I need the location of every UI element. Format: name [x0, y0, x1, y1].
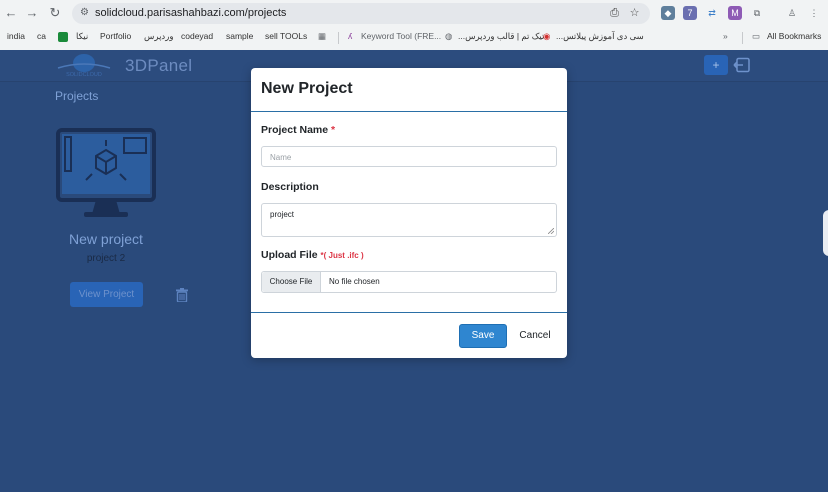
- extension-badge: 7: [687, 8, 693, 18]
- bookmark-india[interactable]: india: [7, 31, 25, 41]
- view-project-button[interactable]: View Project: [70, 282, 143, 307]
- modal-header: New Project: [251, 68, 567, 112]
- bookmark-star-icon[interactable]: ☆: [628, 7, 641, 20]
- solidcloud-logo: SOLIDCLOUD: [57, 54, 111, 78]
- forward-icon[interactable]: →: [25, 6, 39, 20]
- modal-title: New Project: [261, 80, 353, 97]
- puzzle-icon[interactable]: ⧉: [750, 6, 764, 20]
- brand-name: 3DPanel: [125, 56, 193, 75]
- monitor-3d-icon: [56, 128, 156, 217]
- trash-icon[interactable]: [176, 288, 188, 302]
- file-input[interactable]: Choose File No file chosen: [261, 271, 557, 293]
- install-app-icon[interactable]: ⎙: [608, 7, 621, 20]
- upload-file-hint: *( Just .ifc ): [320, 251, 364, 260]
- bookmark-separator: [742, 32, 743, 44]
- browser-chrome: ← → ↻ ⚙ solidcloud.parisashahbazi.com/pr…: [0, 0, 828, 50]
- description-value: project: [270, 210, 295, 219]
- cancel-button[interactable]: Cancel: [515, 324, 555, 348]
- profile-icon[interactable]: ♙: [785, 6, 799, 20]
- file-name-text: No file chosen: [329, 277, 380, 286]
- extension-purple-label: M: [731, 8, 739, 18]
- bookmark-separator: [338, 32, 339, 44]
- bookmark-wordpress[interactable]: وردپرس: [144, 31, 173, 42]
- menu-kebab-icon[interactable]: ⋮: [807, 6, 821, 20]
- bookmark-sell-tools[interactable]: sell TOOLs: [265, 31, 307, 41]
- bookmark-keyword-tool[interactable]: Keyword Tool (FRE...: [361, 31, 441, 41]
- logout-icon[interactable]: [733, 57, 751, 73]
- back-icon[interactable]: ←: [4, 6, 18, 20]
- extension-icon[interactable]: ◆: [661, 6, 675, 20]
- choose-file-button[interactable]: Choose File: [262, 272, 321, 292]
- link-extension-icon[interactable]: ⇄: [705, 6, 719, 20]
- bookmark-nika[interactable]: نیکا: [76, 31, 88, 42]
- url-text[interactable]: solidcloud.parisashahbazi.com/projects: [95, 7, 286, 19]
- reload-icon[interactable]: ↻: [48, 6, 62, 20]
- description-label: Description: [261, 181, 319, 193]
- folder-icon: ▭: [752, 31, 761, 41]
- side-drawer-tab[interactable]: [823, 210, 828, 256]
- bookmark-codeyad[interactable]: codeyad: [181, 31, 213, 41]
- bookmark-green-icon[interactable]: [58, 32, 68, 42]
- projects-heading: Projects: [55, 89, 99, 103]
- save-button[interactable]: Save: [459, 324, 507, 348]
- record-icon: ◉: [543, 31, 551, 41]
- description-textarea[interactable]: project: [261, 203, 557, 237]
- add-project-button[interactable]: +: [704, 55, 728, 75]
- bookmark-ca[interactable]: ca: [37, 31, 46, 41]
- bookmark-pilates[interactable]: سی دی آموزش پیلاتس...: [556, 31, 644, 42]
- project-name-label: Project Name *: [261, 124, 335, 136]
- logo-text: SOLIDCLOUD: [66, 72, 102, 78]
- resize-handle-icon[interactable]: [548, 228, 554, 234]
- project-card-title: New project: [69, 231, 143, 247]
- project-name-label-text: Project Name: [261, 124, 329, 136]
- project-name-input[interactable]: Name: [261, 146, 557, 167]
- more-bookmarks-icon[interactable]: »: [723, 31, 728, 41]
- upload-file-label-text: Upload File: [261, 249, 318, 261]
- bookmarks-bar: india ca نیکا Portfolio وردپرس codeyad s…: [0, 27, 828, 49]
- extension-purple-icon[interactable]: M: [728, 6, 742, 20]
- modal-footer-divider: [251, 312, 567, 313]
- bookmark-tiktem[interactable]: تیک تم | قالب وردپرس...: [458, 31, 544, 42]
- globe-icon: ◍: [445, 31, 453, 41]
- project-name-placeholder: Name: [270, 153, 292, 162]
- bookmark-sample[interactable]: sample: [226, 31, 253, 41]
- project-card-subtitle: project 2: [86, 253, 126, 264]
- upload-file-label: Upload File *( Just .ifc ): [261, 249, 364, 261]
- keyword-tool-icon: ʎ: [348, 31, 353, 41]
- apps-grid-icon[interactable]: ▦: [318, 31, 326, 42]
- new-project-modal: New Project Project Name * Name Descript…: [251, 68, 567, 358]
- all-bookmarks[interactable]: All Bookmarks: [767, 31, 821, 41]
- extension-badge-icon[interactable]: 7: [683, 6, 697, 20]
- address-row: ← → ↻ ⚙ solidcloud.parisashahbazi.com/pr…: [0, 0, 828, 27]
- site-settings-icon[interactable]: ⚙: [80, 7, 92, 19]
- required-mark: *: [331, 124, 336, 136]
- address-bar[interactable]: ⚙ solidcloud.parisashahbazi.com/projects…: [72, 3, 650, 24]
- bookmark-portfolio[interactable]: Portfolio: [100, 31, 131, 41]
